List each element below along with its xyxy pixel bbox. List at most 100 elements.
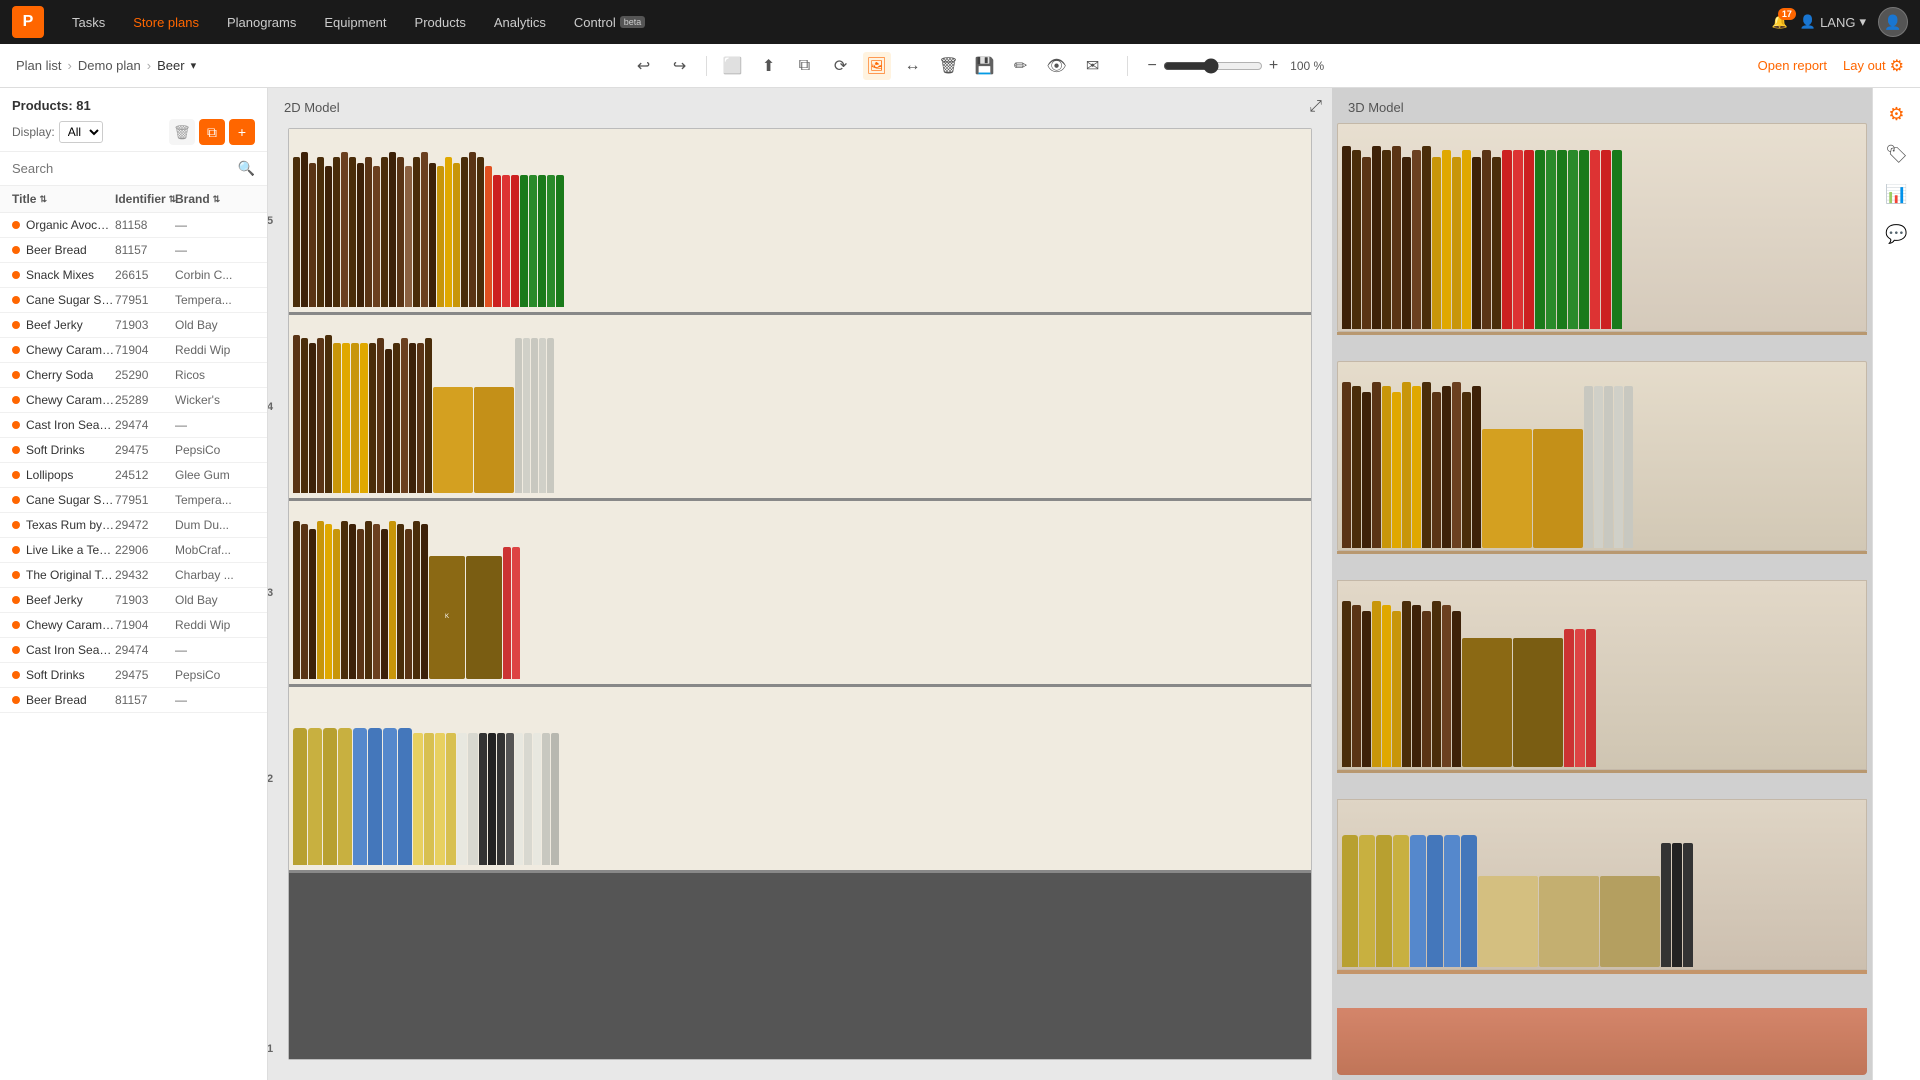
rotate-button[interactable]: ⟳ — [827, 52, 855, 80]
undo-button[interactable]: ↩ — [630, 52, 658, 80]
b3 — [1442, 386, 1451, 548]
nav-equipment[interactable]: Equipment — [312, 9, 398, 36]
table-row[interactable]: Live Like a Texan 22906 MobCraf... — [0, 538, 267, 563]
b3 — [1584, 386, 1593, 548]
table-row[interactable]: Beer Bread 81157 — — [0, 238, 267, 263]
product-dot — [12, 371, 20, 379]
product-dot — [12, 596, 20, 604]
edit-button[interactable]: ✏ — [1007, 52, 1035, 80]
b3 — [1586, 629, 1596, 767]
can-large — [338, 728, 352, 865]
display-select[interactable]: All — [59, 121, 103, 143]
table-row[interactable]: Chewy Caramels with a Cr... 71904 Reddi … — [0, 613, 267, 638]
product-dot — [12, 496, 20, 504]
b3 — [1482, 150, 1491, 329]
shelf-num-3: 3 — [268, 587, 273, 599]
product-id: 22906 — [115, 543, 175, 557]
b3 — [1372, 382, 1381, 548]
view-button[interactable]: 👁 — [1043, 52, 1071, 80]
table-row[interactable]: Chewy Caramel Snack Stic... 25289 Wicker… — [0, 388, 267, 413]
can-dark — [488, 733, 496, 865]
table-row[interactable]: Texas Rum by Kiepersol 29472 Dum Du... — [0, 513, 267, 538]
breadcrumb-dropdown-icon[interactable]: ▾ — [191, 59, 197, 72]
product-id: 71904 — [115, 343, 175, 357]
redo-button[interactable]: ↪ — [666, 52, 694, 80]
table-row[interactable]: Beer Bread 81157 — — [0, 688, 267, 713]
can — [457, 733, 467, 865]
comment-icon[interactable]: 💬 — [1879, 216, 1915, 252]
col-title[interactable]: Title ⇅ — [12, 192, 115, 206]
zoom-in-icon[interactable]: + — [1269, 57, 1278, 75]
table-row[interactable]: Cherry Soda 25290 Ricos — [0, 363, 267, 388]
product-dot — [12, 621, 20, 629]
product-name: Chewy Caramels with a Cr... — [12, 343, 115, 357]
bottle — [357, 529, 364, 679]
tag-icon[interactable]: 🏷 — [1879, 136, 1915, 172]
breadcrumb-demo-plan[interactable]: Demo plan — [78, 58, 141, 73]
product-name: Soft Drinks — [12, 668, 115, 682]
product-name: Lollipops — [12, 468, 115, 482]
nav-control[interactable]: Control beta — [562, 9, 657, 36]
table-row[interactable]: Cast Iron Seasoning 29474 — — [0, 413, 267, 438]
lay-out-link[interactable]: Lay out ⚙ — [1843, 56, 1904, 76]
b3 — [1683, 843, 1693, 967]
bottle — [333, 529, 340, 679]
settings-icon[interactable]: ⚙ — [1879, 96, 1915, 132]
zoom-out-icon[interactable]: − — [1148, 57, 1157, 75]
table-row[interactable]: Beef Jerky 71903 Old Bay — [0, 588, 267, 613]
b3 — [1422, 382, 1431, 548]
table-row[interactable]: Soft Drinks 29475 PepsiCo — [0, 663, 267, 688]
search-input[interactable] — [12, 161, 238, 176]
send-button[interactable]: ✉ — [1079, 52, 1107, 80]
upload-button[interactable]: ⬆ — [755, 52, 783, 80]
notifications-bell[interactable]: 🔔 17 — [1772, 14, 1788, 30]
col-brand[interactable]: Brand ⇅ — [175, 192, 255, 206]
table-row[interactable]: Chewy Caramels with a Cr... 71904 Reddi … — [0, 338, 267, 363]
copy-button[interactable]: ⧉ — [791, 52, 819, 80]
table-row[interactable]: Cane Sugar Sodas 77951 Tempera... — [0, 288, 267, 313]
chart-icon[interactable]: 📊 — [1879, 176, 1915, 212]
table-row[interactable]: The Original Texas Whisky 29432 Charbay … — [0, 563, 267, 588]
table-row[interactable]: Snack Mixes 26615 Corbin C... — [0, 263, 267, 288]
nav-analytics[interactable]: Analytics — [482, 9, 558, 36]
product-dot — [12, 471, 20, 479]
lang-selector[interactable]: 👤 LANG ▾ — [1800, 14, 1866, 30]
nav-products[interactable]: Products — [403, 9, 478, 36]
model-2d-expand-icon[interactable]: ⤢ — [1309, 98, 1322, 116]
table-row[interactable]: Beef Jerky 71903 Old Bay — [0, 313, 267, 338]
bottle — [397, 524, 404, 679]
bottle — [365, 521, 372, 679]
select-tool[interactable]: ⬜ — [719, 52, 747, 80]
app-logo[interactable]: P — [12, 6, 44, 38]
save-button[interactable]: 💾 — [971, 52, 999, 80]
product-name: Chewy Caramels with a Cr... — [12, 618, 115, 632]
zoom-slider[interactable] — [1163, 58, 1263, 74]
product-name-text: Chewy Caramels with a Cr... — [26, 343, 115, 357]
add-product-button[interactable]: + — [229, 119, 255, 145]
table-row[interactable]: Lollipops 24512 Glee Gum — [0, 463, 267, 488]
box — [433, 387, 473, 493]
nav-tasks[interactable]: Tasks — [60, 9, 117, 36]
image-button[interactable]: 🖼 — [863, 52, 891, 80]
col-identifier[interactable]: Identifier ⇅ — [115, 192, 175, 206]
product-name-text: Beer Bread — [26, 243, 87, 257]
table-row[interactable]: Organic Avocado Oil 81158 — — [0, 213, 267, 238]
can-blue — [398, 728, 412, 865]
main-layout: Products: 81 Display: All 🗑 ⧉ + 🔍 — [0, 88, 1920, 1080]
product-name: Live Like a Texan — [12, 543, 115, 557]
delete-button[interactable]: 🗑 — [935, 52, 963, 80]
bottle — [485, 166, 492, 307]
flip-button[interactable]: ↔ — [899, 52, 927, 80]
breadcrumb-plan-list[interactable]: Plan list — [16, 58, 62, 73]
copy-product-button[interactable]: ⧉ — [199, 119, 225, 145]
delete-product-button[interactable]: 🗑 — [169, 119, 195, 145]
nav-store-plans[interactable]: Store plans — [121, 9, 211, 36]
can-large — [293, 728, 307, 865]
table-row[interactable]: Cane Sugar Sodas 77951 Tempera... — [0, 488, 267, 513]
open-report-link[interactable]: Open report — [1758, 58, 1827, 73]
nav-planograms[interactable]: Planograms — [215, 9, 308, 36]
top-nav: P Tasks Store plans Planograms Equipment… — [0, 0, 1920, 44]
user-avatar[interactable]: 👤 — [1878, 7, 1908, 37]
table-row[interactable]: Cast Iron Seasoning 29474 — — [0, 638, 267, 663]
table-row[interactable]: Soft Drinks 29475 PepsiCo — [0, 438, 267, 463]
